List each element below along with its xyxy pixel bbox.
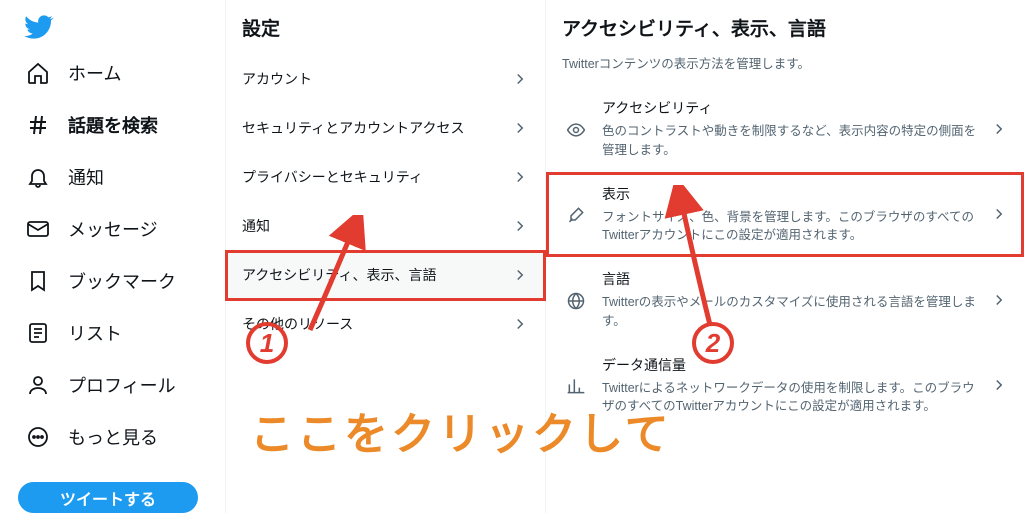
home-icon	[26, 61, 50, 85]
nav-item-label: 通知	[68, 164, 104, 190]
settings-row-notifications[interactable]: 通知	[226, 202, 545, 251]
detail-row-title: 表示	[602, 184, 978, 204]
chevron-right-icon	[990, 291, 1008, 309]
detail-row-language[interactable]: 言語 Twitterの表示やメールのカスタマイズに使用される言語を管理します。	[546, 257, 1024, 343]
chevron-right-icon	[511, 266, 529, 284]
chevron-right-icon	[511, 119, 529, 137]
nav-item-more[interactable]: もっと見る	[18, 414, 213, 460]
nav-item-label: メッセージ	[68, 216, 158, 242]
settings-row-label: プライバシーとセキュリティ	[242, 167, 423, 187]
nav-item-messages[interactable]: メッセージ	[18, 206, 213, 252]
settings-row-label: その他のリソース	[242, 314, 353, 334]
nav-item-label: もっと見る	[68, 424, 158, 450]
detail-row-accessibility[interactable]: アクセシビリティ 色のコントラストや動きを制限するなど、表示内容の特定の側面を管…	[546, 86, 1024, 172]
chevron-right-icon	[511, 168, 529, 186]
chevron-right-icon	[511, 70, 529, 88]
nav-item-lists[interactable]: リスト	[18, 310, 213, 356]
more-icon	[26, 425, 50, 449]
profile-icon	[26, 373, 50, 397]
twitter-logo[interactable]	[24, 12, 213, 42]
bell-icon	[26, 165, 50, 189]
nav-item-label: ホーム	[68, 60, 121, 86]
list-icon	[26, 321, 50, 345]
nav-item-profile[interactable]: プロフィール	[18, 362, 213, 408]
detail-row-desc: Twitterによるネットワークデータの使用を制限します。このブラウザのすべての…	[602, 379, 978, 417]
detail-column: アクセシビリティ、表示、言語 Twitterコンテンツの表示方法を管理します。 …	[546, 0, 1024, 513]
brush-icon	[562, 205, 590, 225]
nav-item-label: リスト	[68, 320, 122, 346]
nav-item-label: プロフィール	[68, 372, 176, 398]
sidebar: ホーム 話題を検索 通知 メッセージ	[0, 0, 226, 513]
nav-item-notifications[interactable]: 通知	[18, 154, 213, 200]
chart-icon	[562, 376, 590, 396]
settings-column: 設定 アカウント セキュリティとアカウントアクセス プライバシーとセキュリティ	[226, 0, 546, 513]
nav-item-bookmarks[interactable]: ブックマーク	[18, 258, 213, 304]
nav-item-home[interactable]: ホーム	[18, 50, 213, 96]
detail-row-display[interactable]: 表示 フォントサイズ、色、背景を管理します。このブラウザのすべてのTwitter…	[546, 172, 1024, 258]
settings-row-privacy[interactable]: プライバシーとセキュリティ	[226, 153, 545, 202]
detail-subtitle: Twitterコンテンツの表示方法を管理します。	[546, 47, 1024, 86]
chevron-right-icon	[990, 376, 1008, 394]
detail-row-title: アクセシビリティ	[602, 98, 978, 118]
settings-row-label: 通知	[242, 216, 270, 236]
settings-row-label: セキュリティとアカウントアクセス	[242, 118, 464, 138]
detail-row-desc: 色のコントラストや動きを制限するなど、表示内容の特定の側面を管理します。	[602, 122, 978, 160]
hash-icon	[26, 113, 50, 137]
settings-title: 設定	[226, 0, 545, 55]
detail-row-title: 言語	[602, 269, 978, 289]
chevron-right-icon	[990, 120, 1008, 138]
chevron-right-icon	[990, 205, 1008, 223]
detail-title: アクセシビリティ、表示、言語	[562, 14, 1008, 41]
detail-row-desc: フォントサイズ、色、背景を管理します。このブラウザのすべてのTwitterアカウ…	[602, 208, 978, 246]
settings-row-additional[interactable]: その他のリソース	[226, 300, 545, 349]
chevron-right-icon	[511, 315, 529, 333]
detail-row-data-usage[interactable]: データ通信量 Twitterによるネットワークデータの使用を制限します。このブラ…	[546, 343, 1024, 429]
settings-row-label: アカウント	[242, 69, 312, 89]
eye-icon	[562, 120, 590, 140]
nav-item-explore[interactable]: 話題を検索	[18, 102, 213, 148]
tweet-button[interactable]: ツイートする	[18, 482, 198, 513]
settings-row-label: アクセシビリティ、表示、言語	[242, 265, 436, 285]
nav-item-label: ブックマーク	[68, 268, 176, 294]
nav-item-label: 話題を検索	[68, 112, 158, 138]
settings-row-security[interactable]: セキュリティとアカウントアクセス	[226, 104, 545, 153]
detail-row-title: データ通信量	[602, 355, 978, 375]
settings-row-accessibility[interactable]: アクセシビリティ、表示、言語	[226, 251, 545, 300]
detail-row-desc: Twitterの表示やメールのカスタマイズに使用される言語を管理します。	[602, 293, 978, 331]
settings-row-account[interactable]: アカウント	[226, 55, 545, 104]
bookmark-icon	[26, 269, 50, 293]
envelope-icon	[26, 217, 50, 241]
chevron-right-icon	[511, 217, 529, 235]
globe-icon	[562, 291, 590, 311]
